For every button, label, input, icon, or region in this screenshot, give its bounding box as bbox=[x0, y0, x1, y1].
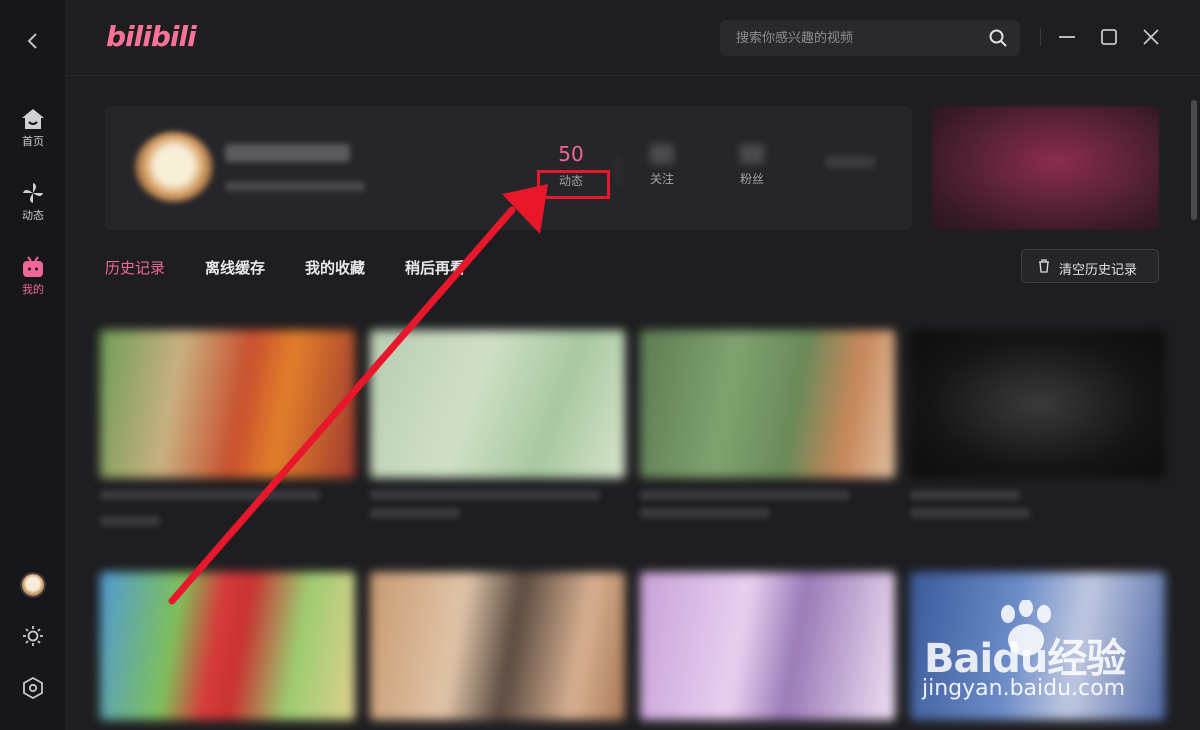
stat-following[interactable]: 关注 bbox=[627, 142, 697, 187]
baidu-watermark: Baidu经验 jingyan.baidu.com bbox=[918, 600, 1158, 710]
maximize-icon bbox=[1101, 29, 1117, 45]
close-button[interactable] bbox=[1140, 26, 1162, 48]
search-input[interactable] bbox=[736, 20, 976, 56]
tab-offline-cache[interactable]: 离线缓存 bbox=[205, 257, 265, 278]
video-title-blurred bbox=[100, 490, 320, 500]
trash-icon bbox=[1039, 259, 1049, 273]
header: bilibili bbox=[66, 0, 1200, 76]
video-title-blurred bbox=[910, 490, 1020, 500]
video-card[interactable] bbox=[370, 330, 625, 518]
scrollbar[interactable] bbox=[1191, 100, 1197, 220]
sidebar-avatar[interactable] bbox=[0, 572, 66, 598]
stat-value: 50 bbox=[558, 142, 584, 166]
tab-history[interactable]: 历史记录 bbox=[105, 257, 165, 278]
clear-history-label: 清空历史记录 bbox=[1059, 263, 1138, 278]
settings-icon bbox=[23, 676, 43, 700]
tab-watch-later[interactable]: 稍后再看 bbox=[405, 257, 465, 278]
video-thumbnail bbox=[100, 330, 355, 478]
back-button[interactable] bbox=[22, 30, 44, 52]
video-thumbnail bbox=[640, 330, 895, 478]
pinwheel-icon bbox=[23, 183, 43, 203]
video-card[interactable] bbox=[640, 572, 895, 720]
video-thumbnail bbox=[910, 330, 1165, 478]
stat-value-blurred bbox=[650, 144, 674, 164]
video-title-blurred bbox=[640, 490, 850, 500]
sidebar-item-label: 首页 bbox=[22, 135, 44, 148]
search-icon[interactable] bbox=[988, 28, 1008, 48]
video-title-blurred bbox=[370, 490, 600, 500]
sidebar-item-home[interactable]: 首页 bbox=[0, 108, 66, 166]
bilibili-logo: bilibili bbox=[106, 20, 197, 53]
sidebar-item-label: 我的 bbox=[22, 283, 44, 296]
stat-divider bbox=[617, 156, 619, 186]
video-meta-blurred bbox=[640, 508, 770, 518]
video-thumbnail bbox=[370, 572, 625, 720]
chevron-left-icon bbox=[27, 33, 37, 49]
stat-label: 粉丝 bbox=[739, 172, 764, 186]
video-card[interactable] bbox=[100, 572, 355, 720]
user-info-blurred bbox=[225, 182, 365, 191]
profile-card bbox=[105, 106, 912, 230]
clear-history-button[interactable]: 清空历史记录 bbox=[1021, 249, 1159, 283]
username-blurred bbox=[225, 144, 350, 162]
minimize-button[interactable] bbox=[1056, 26, 1078, 48]
video-thumbnail bbox=[370, 330, 625, 478]
theme-toggle[interactable] bbox=[0, 625, 66, 651]
video-card[interactable] bbox=[910, 330, 1165, 518]
sidebar-item-dynamic[interactable]: 动态 bbox=[0, 182, 66, 240]
video-card[interactable] bbox=[100, 330, 355, 526]
sidebar-item-label: 动态 bbox=[22, 209, 44, 222]
home-icon bbox=[22, 109, 44, 129]
sun-icon bbox=[23, 626, 43, 646]
search-box[interactable] bbox=[720, 20, 1020, 56]
video-meta-blurred bbox=[910, 508, 1030, 518]
profile-avatar[interactable] bbox=[135, 132, 213, 202]
video-meta-blurred bbox=[100, 516, 160, 526]
minimize-icon bbox=[1059, 36, 1075, 38]
close-icon bbox=[1143, 29, 1159, 45]
stat-followers[interactable]: 粉丝 bbox=[717, 142, 787, 187]
sidebar: 首页 动态 我的 bbox=[0, 0, 66, 730]
stat-label: 关注 bbox=[649, 172, 674, 186]
tv-icon bbox=[23, 256, 43, 277]
settings-button[interactable] bbox=[0, 676, 66, 703]
video-thumbnail bbox=[100, 572, 355, 720]
profile-banner[interactable] bbox=[932, 106, 1159, 230]
avatar bbox=[20, 572, 46, 598]
video-card[interactable] bbox=[370, 572, 625, 720]
video-card[interactable] bbox=[640, 330, 895, 518]
sidebar-item-mine[interactable]: 我的 bbox=[0, 256, 66, 314]
watermark-url: jingyan.baidu.com bbox=[922, 676, 1126, 701]
annotation-highlight-box bbox=[537, 170, 610, 199]
video-meta-blurred bbox=[370, 508, 460, 518]
extra-blurred bbox=[825, 156, 875, 168]
tab-favorites[interactable]: 我的收藏 bbox=[305, 257, 365, 278]
stat-value-blurred bbox=[740, 144, 764, 164]
maximize-button[interactable] bbox=[1098, 26, 1120, 48]
window-divider bbox=[1040, 28, 1041, 46]
video-thumbnail bbox=[640, 572, 895, 720]
